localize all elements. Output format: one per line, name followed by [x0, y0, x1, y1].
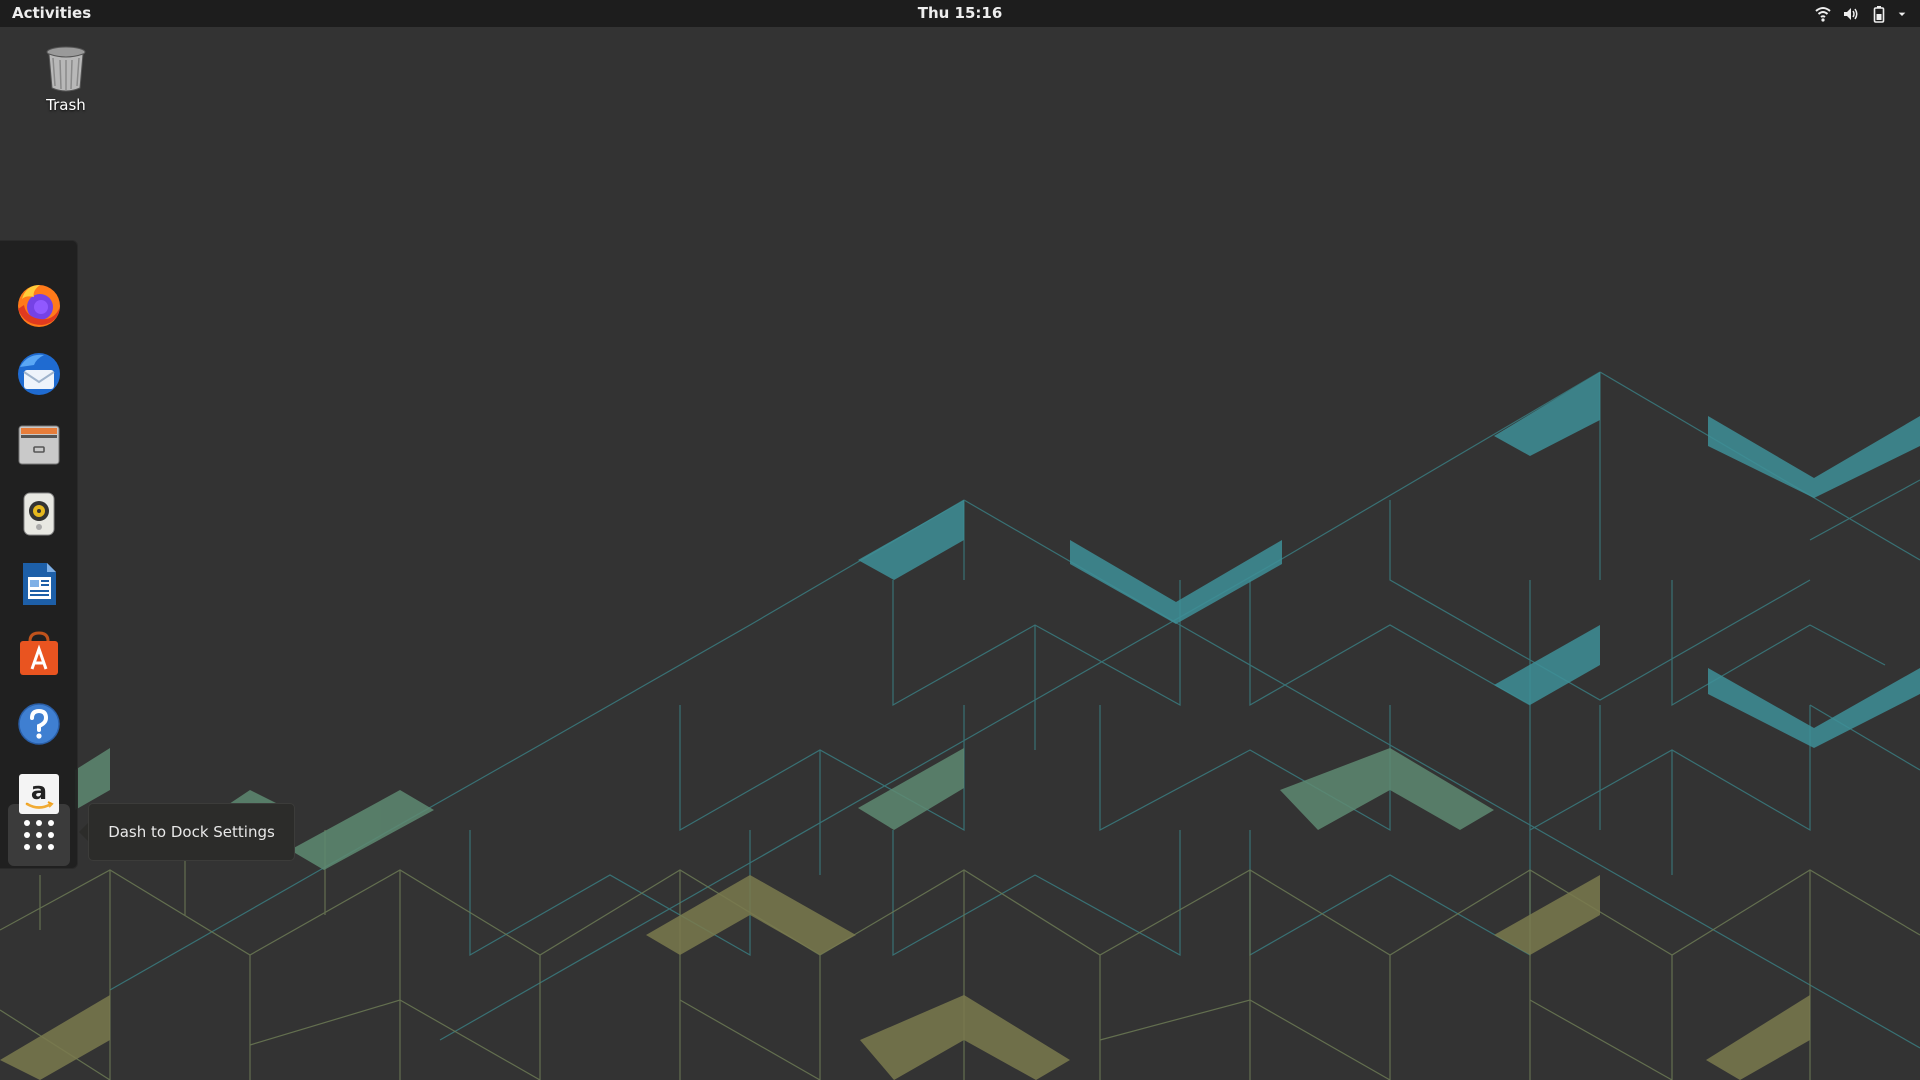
dock-item-thunderbird[interactable] — [8, 343, 70, 405]
volume-icon — [1844, 8, 1858, 20]
wallpaper-lines-lower — [0, 830, 1920, 1080]
dock-item-files[interactable] — [8, 413, 70, 475]
wallpaper-tiles-teal — [858, 372, 1920, 748]
wallpaper-tiles-olive — [0, 875, 1810, 1080]
tooltip-arrow — [79, 823, 88, 841]
dock-item-rhythmbox[interactable] — [8, 483, 70, 545]
wallpaper-lines — [109, 371, 1920, 1049]
dock-tooltip: Dash to Dock Settings — [88, 803, 295, 861]
help-icon — [18, 703, 60, 745]
dock-item-help[interactable] — [8, 693, 70, 755]
battery-icon — [1873, 6, 1885, 23]
network-wifi-icon — [1815, 7, 1831, 22]
trash-label: Trash — [46, 96, 86, 114]
dock-item-show-applications[interactable] — [8, 804, 70, 866]
dock-item-ubuntu-software[interactable] — [8, 623, 70, 685]
libreoffice-writer-icon — [23, 563, 56, 605]
desktop-trash[interactable]: Trash — [36, 44, 96, 120]
system-menu-arrow-icon — [1898, 12, 1906, 16]
dock: a — [0, 240, 78, 869]
ubuntu-software-icon — [20, 631, 58, 675]
files-icon — [18, 425, 60, 465]
clock-button[interactable]: Thu 15:16 — [918, 4, 1003, 22]
top-bar: Activities Thu 15:16 — [0, 0, 1920, 27]
show-applications-icon — [24, 820, 54, 850]
rhythmbox-icon — [23, 492, 55, 536]
desktop: Activities Thu 15:16 Trash a Dash to Doc… — [0, 0, 1920, 1080]
dock-item-firefox[interactable] — [8, 273, 70, 335]
wallpaper-hexagon-pattern — [0, 371, 1920, 1080]
trash-icon — [46, 46, 86, 92]
svg-text:a: a — [31, 777, 47, 805]
thunderbird-icon — [18, 353, 60, 395]
activities-button[interactable]: Activities — [12, 4, 91, 22]
dock-item-libreoffice-writer[interactable] — [8, 553, 70, 615]
system-menu[interactable] — [1814, 3, 1910, 25]
dock-tooltip-label: Dash to Dock Settings — [108, 823, 275, 841]
firefox-icon — [18, 285, 60, 327]
